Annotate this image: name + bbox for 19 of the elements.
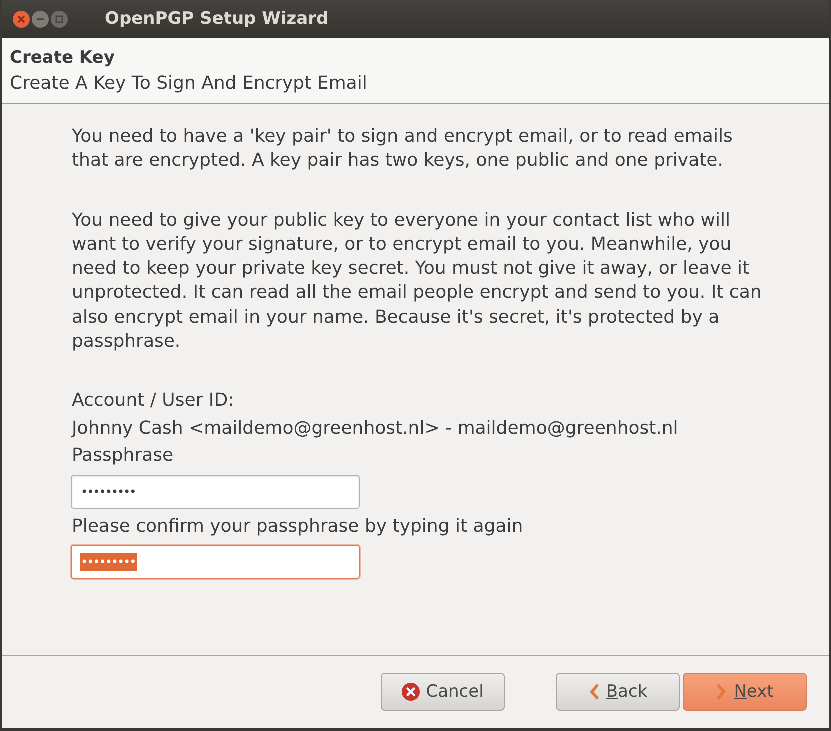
chevron-left-icon [588,683,600,701]
account-value: Johnny Cash <maildemo@greenhost.nl> - maildemo@greenhost.nl [72,416,680,441]
cancel-icon [402,683,420,701]
paragraph: You need to give your public key to everyone in your contact list who will want to verify your signature, or to encrypt email to you. Meanwhile, you need to keep your private key secret. You must not give it away, or leave it unprotected. It can read all the email people encrypt and send to you. It can also encrypt email in your name. Because it's secret, it's protected by a passphrase. [72,208,763,354]
paragraph: You need to have a 'key pair' to sign and encrypt email, or to read emails that are encrypted. A key pair has two keys, one public and one private. [72,125,734,174]
close-icon[interactable] [13,10,30,28]
maximize-icon[interactable] [51,10,68,28]
page-subtitle: Create A Key To Sign And Encrypt Email [10,72,368,94]
field-label: Please confirm your passphrase by typing it again [72,514,524,539]
minimize-icon[interactable] [32,10,49,28]
chevron-right-icon [716,683,728,701]
window-title: OpenPGP Setup Wizard [105,9,329,29]
next-button[interactable]: Next [683,673,807,711]
field-label: Passphrase [72,444,175,468]
cancel-button[interactable]: Cancel [381,673,505,711]
password-field[interactable]: ••••••••• [71,474,360,509]
account-label: Account / User ID: [72,389,236,414]
page-title: Create Key [10,48,116,68]
back-button[interactable]: Back [556,673,680,711]
